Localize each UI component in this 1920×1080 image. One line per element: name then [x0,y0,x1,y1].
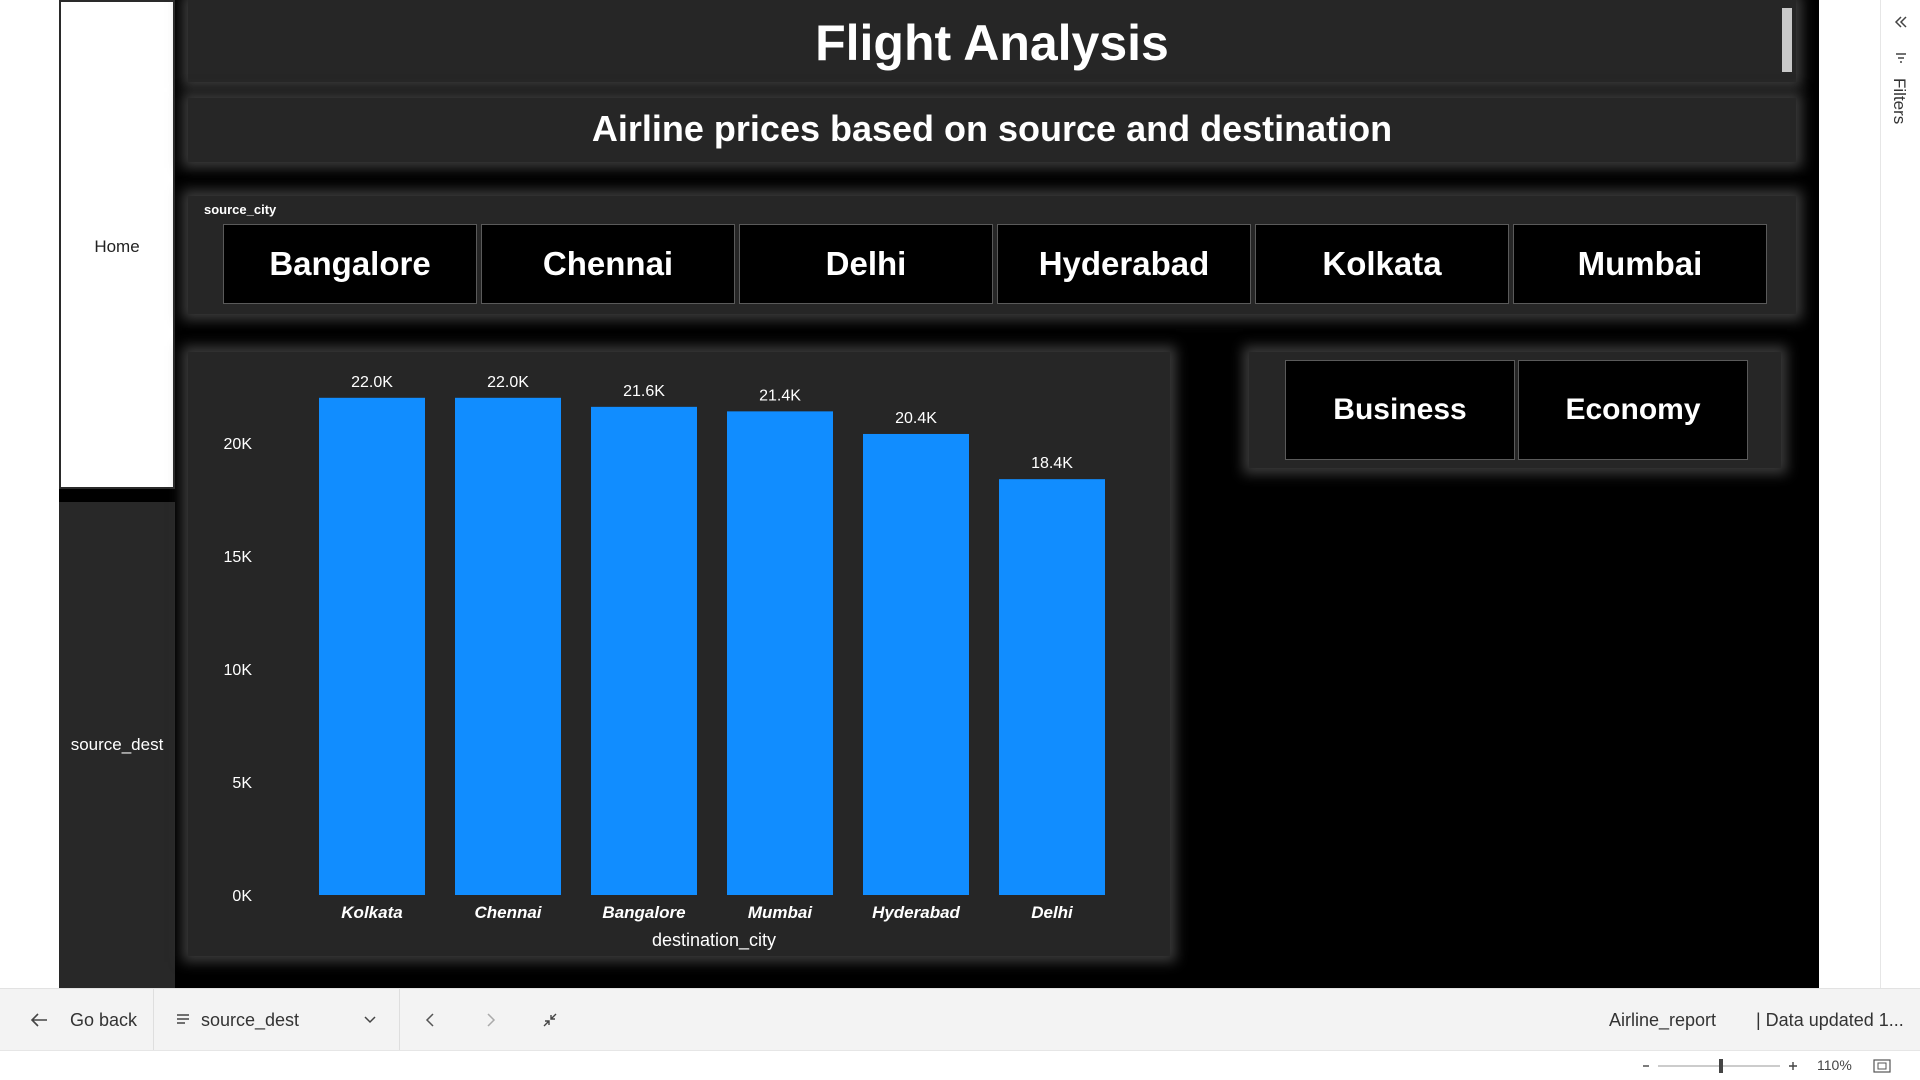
slicer-item-business[interactable]: Business [1285,360,1515,460]
slicer-item-economy[interactable]: Economy [1518,360,1748,460]
zoom-bar: 110% [0,1050,1920,1080]
nav-button-home[interactable]: Home [59,0,175,489]
page-select-value[interactable]: source_dest [201,1010,299,1031]
next-page-icon[interactable] [485,1012,497,1028]
bar[interactable] [319,397,425,895]
data-label: 22.0K [351,374,393,391]
slicer-item-delhi[interactable]: Delhi [739,224,993,304]
bar[interactable] [455,397,561,895]
filter-icon [1896,53,1906,63]
x-tick-label: Hyderabad [872,903,960,922]
x-axis-title: destination_city [652,930,776,951]
bar[interactable] [863,433,969,895]
data-label: 22.0K [487,374,529,391]
y-tick-label: 0K [232,888,252,905]
go-back-button[interactable]: Go back [70,1010,137,1031]
x-tick-label: Chennai [474,903,542,922]
zoom-slider[interactable] [1640,1058,1800,1074]
y-tick-label: 15K [224,549,253,566]
page-subtitle: Airline prices based on source and desti… [591,108,1393,149]
y-tick-label: 5K [232,775,252,792]
slicer-item-chennai[interactable]: Chennai [481,224,735,304]
x-tick-label: Bangalore [602,903,685,922]
slicer-item-kolkata[interactable]: Kolkata [1255,224,1509,304]
back-arrow-icon[interactable] [30,1012,48,1028]
y-tick-label: 20K [224,436,253,453]
slicer-item-hyderabad[interactable]: Hyderabad [997,224,1251,304]
data-label: 20.4K [895,410,937,427]
collapse-chevron-icon[interactable] [1894,16,1908,28]
report-name: Airline_report [1609,1010,1717,1030]
x-tick-label: Kolkata [341,903,402,922]
slicer-item-mumbai[interactable]: Mumbai [1513,224,1767,304]
bottom-navigation-bar: Go back source_dest Airline_report | Dat… [0,988,1920,1051]
bar[interactable] [727,411,833,895]
nav-source-dest-label: source_dest [70,735,164,754]
nav-button-source-dest[interactable]: source_dest [59,502,175,988]
subtitle-card: Airline prices based on source and desti… [188,98,1796,162]
slicer-item-bangalore[interactable]: Bangalore [223,224,477,304]
slicer-label: source_city [204,202,277,217]
filters-pane[interactable]: Filters [1880,0,1920,988]
bar[interactable] [999,479,1105,895]
scrollbar-thumb[interactable] [1782,8,1792,72]
bar-chart[interactable]: 0K 5K 10K 15K 20K 22.0K Kolkata 22.0K Chennai 21.… [188,352,1170,956]
x-tick-label: Mumbai [748,903,814,922]
page-title: Flight Analysis [815,15,1169,71]
data-label: 21.6K [623,383,665,400]
y-tick-label: 10K [224,662,253,679]
chevron-down-icon[interactable] [363,1015,377,1025]
nav-home-label: Home [94,237,140,256]
exit-fullscreen-icon[interactable] [542,1012,558,1028]
bar[interactable] [591,406,697,895]
x-tick-label: Delhi [1031,903,1074,922]
fit-to-page-icon[interactable] [1873,1059,1891,1073]
previous-page-icon[interactable] [424,1012,436,1028]
title-card: Flight Analysis [188,0,1796,82]
filters-label: Filters [1890,78,1909,125]
zoom-level: 110% [1817,1057,1852,1073]
page-list-icon [177,1014,189,1024]
data-updated-text: | Data updated 1... [1756,1010,1904,1030]
data-label: 18.4K [1031,455,1073,472]
data-label: 21.4K [759,387,801,404]
